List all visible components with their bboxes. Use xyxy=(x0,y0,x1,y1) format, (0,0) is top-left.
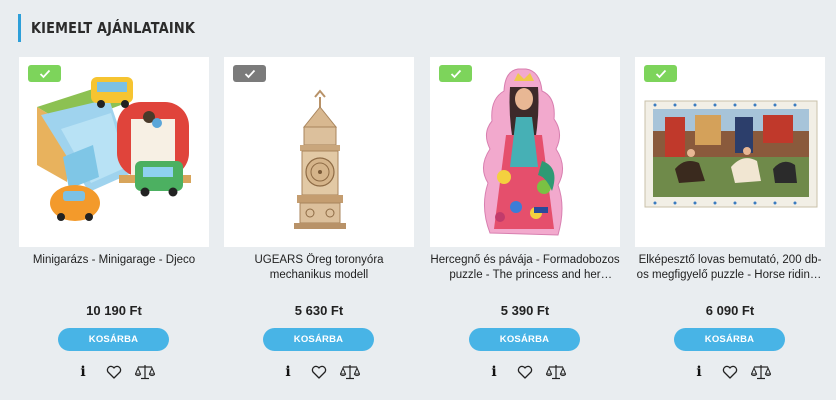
availability-badge xyxy=(233,65,266,82)
product-card: Minigarázs - Minigarage - Djeco 10 190 F… xyxy=(19,57,209,387)
info-icon[interactable]: i xyxy=(484,363,504,381)
product-image[interactable] xyxy=(430,57,620,247)
availability-badge xyxy=(439,65,472,82)
scale-icon[interactable] xyxy=(751,363,771,381)
product-actions: i xyxy=(430,363,620,381)
info-icon[interactable]: i xyxy=(73,363,93,381)
product-actions: i xyxy=(19,363,209,381)
product-card: UGEARS Öreg toronyóra mechanikus modell … xyxy=(224,57,414,387)
add-to-cart-button[interactable]: KOSÁRBA xyxy=(58,328,169,351)
add-to-cart-button[interactable]: KOSÁRBA xyxy=(674,328,785,351)
product-card: Hercegnő és pávája - Formadobozos puzzle… xyxy=(430,57,620,387)
heart-icon[interactable] xyxy=(104,363,124,381)
check-icon xyxy=(244,69,255,78)
product-price: 10 190 Ft xyxy=(86,303,142,318)
heart-icon[interactable] xyxy=(515,363,535,381)
product-actions: i xyxy=(224,363,414,381)
product-image[interactable] xyxy=(224,57,414,247)
product-image[interactable] xyxy=(635,57,825,247)
product-name[interactable]: Minigarázs - Minigarage - Djeco xyxy=(19,253,209,268)
product-grid: Minigarázs - Minigarage - Djeco 10 190 F… xyxy=(0,0,836,400)
heart-icon[interactable] xyxy=(309,363,329,381)
add-to-cart-button[interactable]: KOSÁRBA xyxy=(469,328,580,351)
product-price: 6 090 Ft xyxy=(705,303,755,318)
product-image[interactable] xyxy=(19,57,209,247)
availability-badge xyxy=(644,65,677,82)
scale-icon[interactable] xyxy=(135,363,155,381)
product-name[interactable]: Hercegnő és pávája - Formadobozos puzzle… xyxy=(430,253,620,283)
check-icon xyxy=(450,69,461,78)
check-icon xyxy=(655,69,666,78)
info-icon[interactable]: i xyxy=(689,363,709,381)
product-actions: i xyxy=(635,363,825,381)
product-card: Elképesztő lovas bemutató, 200 db-os meg… xyxy=(635,57,825,387)
product-name[interactable]: Elképesztő lovas bemutató, 200 db-os meg… xyxy=(635,253,825,283)
add-to-cart-button[interactable]: KOSÁRBA xyxy=(263,328,374,351)
scale-icon[interactable] xyxy=(546,363,566,381)
product-price: 5 390 Ft xyxy=(500,303,550,318)
heart-icon[interactable] xyxy=(720,363,740,381)
check-icon xyxy=(39,69,50,78)
product-price: 5 630 Ft xyxy=(294,303,344,318)
product-name[interactable]: UGEARS Öreg toronyóra mechanikus modell xyxy=(224,253,414,283)
availability-badge xyxy=(28,65,61,82)
info-icon[interactable]: i xyxy=(278,363,298,381)
scale-icon[interactable] xyxy=(340,363,360,381)
